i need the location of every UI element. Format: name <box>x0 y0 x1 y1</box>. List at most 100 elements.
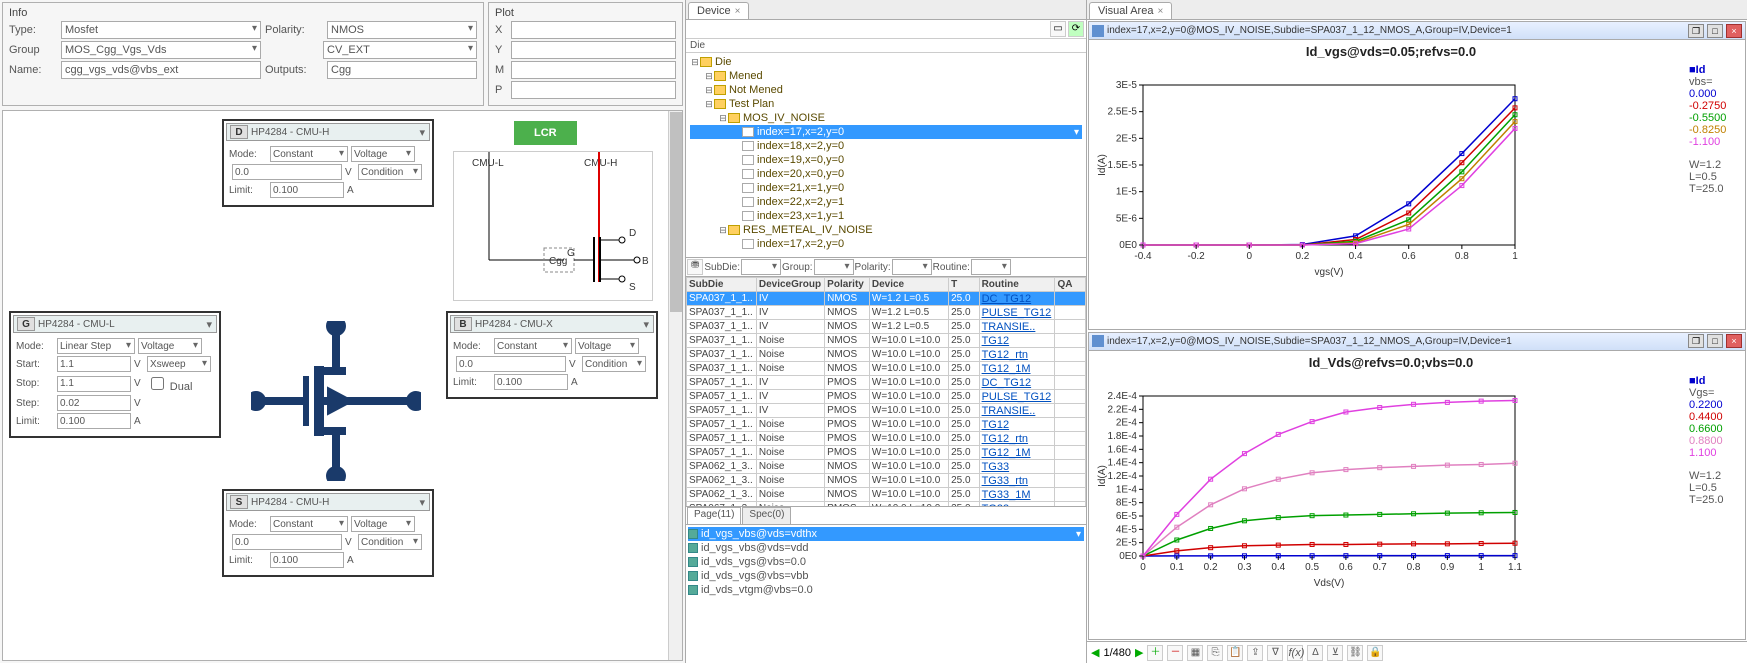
b-type-select[interactable] <box>575 338 639 354</box>
collapse-button[interactable]: ▭ <box>1050 21 1066 37</box>
filter-subdie[interactable] <box>741 259 781 275</box>
filter-routine[interactable] <box>971 259 1011 275</box>
d-type-select[interactable] <box>351 146 415 162</box>
plot-y-input[interactable] <box>511 41 676 59</box>
tree-item[interactable]: index=20,x=0,y=0 <box>690 167 1082 181</box>
table-row[interactable]: SPA062_1_3..NoiseNMOSW=10.0 L=10.025.0TG… <box>687 488 1086 502</box>
restore-button[interactable]: ❐ <box>1688 24 1704 38</box>
export-icon[interactable]: ⇪ <box>1247 645 1263 661</box>
next-page-icon[interactable]: ▶ <box>1135 646 1143 659</box>
page-item[interactable]: id_vds_vgs@vbs=0.0 <box>688 555 1084 569</box>
table-row[interactable]: SPA057_1_1..NoisePMOSW=10.0 L=10.025.0TG… <box>687 432 1086 446</box>
tree-item[interactable]: index=17,x=2,y=0 <box>690 125 1082 139</box>
table-row[interactable]: SPA037_1_1..NoiseNMOSW=10.0 L=10.025.0TG… <box>687 334 1086 348</box>
vertical-scrollbar[interactable] <box>668 111 682 660</box>
s-value-input[interactable] <box>232 534 342 550</box>
maximize-button[interactable]: □ <box>1707 24 1723 38</box>
tree-item[interactable]: index=17,x=2,y=0 <box>690 237 1082 251</box>
page-list[interactable]: id_vgs_vbs@vds=vdthxid_vgs_vbs@vds=vddid… <box>686 525 1086 663</box>
tab-spec[interactable]: Spec(0) <box>742 507 791 524</box>
filter-icon[interactable]: ⛃ <box>687 259 703 275</box>
d-value-input[interactable] <box>232 164 342 180</box>
maximize-button[interactable]: □ <box>1707 334 1723 348</box>
g-stop-input[interactable] <box>57 376 131 392</box>
tab-device[interactable]: Device× <box>688 2 749 19</box>
table-row[interactable]: SPA062_1_3..NoiseNMOSW=10.0 L=10.025.0TG… <box>687 474 1086 488</box>
table-row[interactable]: SPA057_1_1..NoisePMOSW=10.0 L=10.025.0TG… <box>687 418 1086 432</box>
b-value-input[interactable] <box>456 356 566 372</box>
scale-icon[interactable]: ⛓ <box>1347 645 1363 661</box>
d-cond-select[interactable] <box>358 164 422 180</box>
g-sweep-select[interactable] <box>147 356 211 372</box>
g-start-input[interactable] <box>57 356 131 372</box>
paste-icon[interactable]: 📋 <box>1227 645 1243 661</box>
close-icon[interactable]: × <box>735 6 741 17</box>
tab-page[interactable]: Page(11) <box>687 507 741 524</box>
math-icon[interactable]: Δ <box>1307 645 1323 661</box>
tree-item[interactable]: index=19,x=0,y=0 <box>690 153 1082 167</box>
s-mode-select[interactable] <box>270 516 348 532</box>
axes-icon[interactable]: ⊻ <box>1327 645 1343 661</box>
lock-icon[interactable]: 🔒 <box>1367 645 1383 661</box>
table-row[interactable]: SPA057_1_1..NoisePMOSW=10.0 L=10.025.0TG… <box>687 446 1086 460</box>
table-row[interactable]: SPA037_1_1..NoiseNMOSW=10.0 L=10.025.0TG… <box>687 348 1086 362</box>
b-cond-select[interactable] <box>582 356 646 372</box>
tree-item[interactable]: index=21,x=1,y=0 <box>690 181 1082 195</box>
prev-page-icon[interactable]: ◀ <box>1091 646 1099 659</box>
copy-icon[interactable]: ⎘ <box>1207 645 1223 661</box>
page-item[interactable]: id_vgs_vbs@vds=vdthx <box>688 527 1084 541</box>
table-row[interactable]: SPA037_1_1..IVNMOSW=1.2 L=0.525.0TRANSIE… <box>687 320 1086 334</box>
polarity-select[interactable] <box>327 21 477 39</box>
tree-item[interactable]: ⊟Test Plan <box>690 97 1082 111</box>
table-row[interactable]: SPA057_1_1..IVPMOSW=10.0 L=10.025.0PULSE… <box>687 390 1086 404</box>
table-row[interactable]: SPA037_1_1..IVNMOSW=1.2 L=0.525.0DC_TG12 <box>687 292 1086 306</box>
type-select[interactable] <box>61 21 261 39</box>
filter-polarity[interactable] <box>892 259 932 275</box>
tab-visual[interactable]: Visual Area× <box>1089 2 1172 19</box>
add-icon[interactable]: ＋ <box>1147 645 1163 661</box>
tree-item[interactable]: index=22,x=2,y=1 <box>690 195 1082 209</box>
tree-item[interactable]: ⊟MOS_IV_NOISE <box>690 111 1082 125</box>
d-mode-select[interactable] <box>270 146 348 162</box>
name-input[interactable] <box>61 61 261 79</box>
chart-plot[interactable]: Id_Vds@refvs=0.0;vbs=0.0 00.10.20.30.40.… <box>1093 355 1689 636</box>
grid-icon[interactable]: ▦ <box>1187 645 1203 661</box>
plot-x-input[interactable] <box>511 21 676 39</box>
g-step-input[interactable] <box>57 395 131 411</box>
table-row[interactable]: SPA057_1_1..IVPMOSW=10.0 L=10.025.0TRANS… <box>687 404 1086 418</box>
plot-m-input[interactable] <box>511 61 676 79</box>
refresh-button[interactable]: ⟳ <box>1068 21 1084 37</box>
close-button[interactable]: × <box>1726 24 1742 38</box>
tree-item[interactable]: index=23,x=1,y=1 <box>690 209 1082 223</box>
device-tree[interactable]: ⊟Die⊟Mened⊟Not Mened⊟Test Plan⊟MOS_IV_NO… <box>686 53 1086 258</box>
group-select[interactable] <box>61 41 261 59</box>
close-button[interactable]: × <box>1726 334 1742 348</box>
g-type-select[interactable] <box>138 338 202 354</box>
tree-item[interactable]: index=18,x=2,y=0 <box>690 139 1082 153</box>
tree-item[interactable]: ⊟RES_METEAL_IV_NOISE <box>690 223 1082 237</box>
page-item[interactable]: id_vds_vgs@vbs=vbb <box>688 569 1084 583</box>
filter-icon[interactable]: ∇ <box>1267 645 1283 661</box>
remove-icon[interactable]: － <box>1167 645 1183 661</box>
close-icon[interactable]: × <box>1157 6 1163 17</box>
tree-item[interactable]: ⊟Not Mened <box>690 83 1082 97</box>
function-icon[interactable]: f(x) <box>1287 645 1303 661</box>
table-row[interactable]: SPA057_1_1..IVPMOSW=10.0 L=10.025.0DC_TG… <box>687 376 1086 390</box>
tree-item[interactable]: ⊟Mened <box>690 69 1082 83</box>
g-dual-check[interactable] <box>151 377 164 390</box>
table-row[interactable]: SPA062_1_3..NoiseNMOSW=10.0 L=10.025.0TG… <box>687 460 1086 474</box>
g-mode-select[interactable] <box>57 338 135 354</box>
restore-button[interactable]: ❐ <box>1688 334 1704 348</box>
table-row[interactable]: SPA037_1_1..NoiseNMOSW=10.0 L=10.025.0TG… <box>687 362 1086 376</box>
outputs-input[interactable] <box>327 61 477 79</box>
b-limit-input[interactable] <box>494 374 568 390</box>
page-item[interactable]: id_vds_vtgm@vbs=0.0 <box>688 583 1084 597</box>
page-item[interactable]: id_vgs_vbs@vds=vdd <box>688 541 1084 555</box>
chart-plot[interactable]: Id_vgs@vds=0.05;refvs=0.0 -0.4-0.200.20.… <box>1093 44 1689 325</box>
d-limit-input[interactable] <box>270 182 344 198</box>
plot-p-input[interactable] <box>511 81 676 99</box>
s-type-select[interactable] <box>351 516 415 532</box>
filter-group[interactable] <box>814 259 854 275</box>
tree-item[interactable]: ⊟Die <box>690 55 1082 69</box>
s-limit-input[interactable] <box>270 552 344 568</box>
